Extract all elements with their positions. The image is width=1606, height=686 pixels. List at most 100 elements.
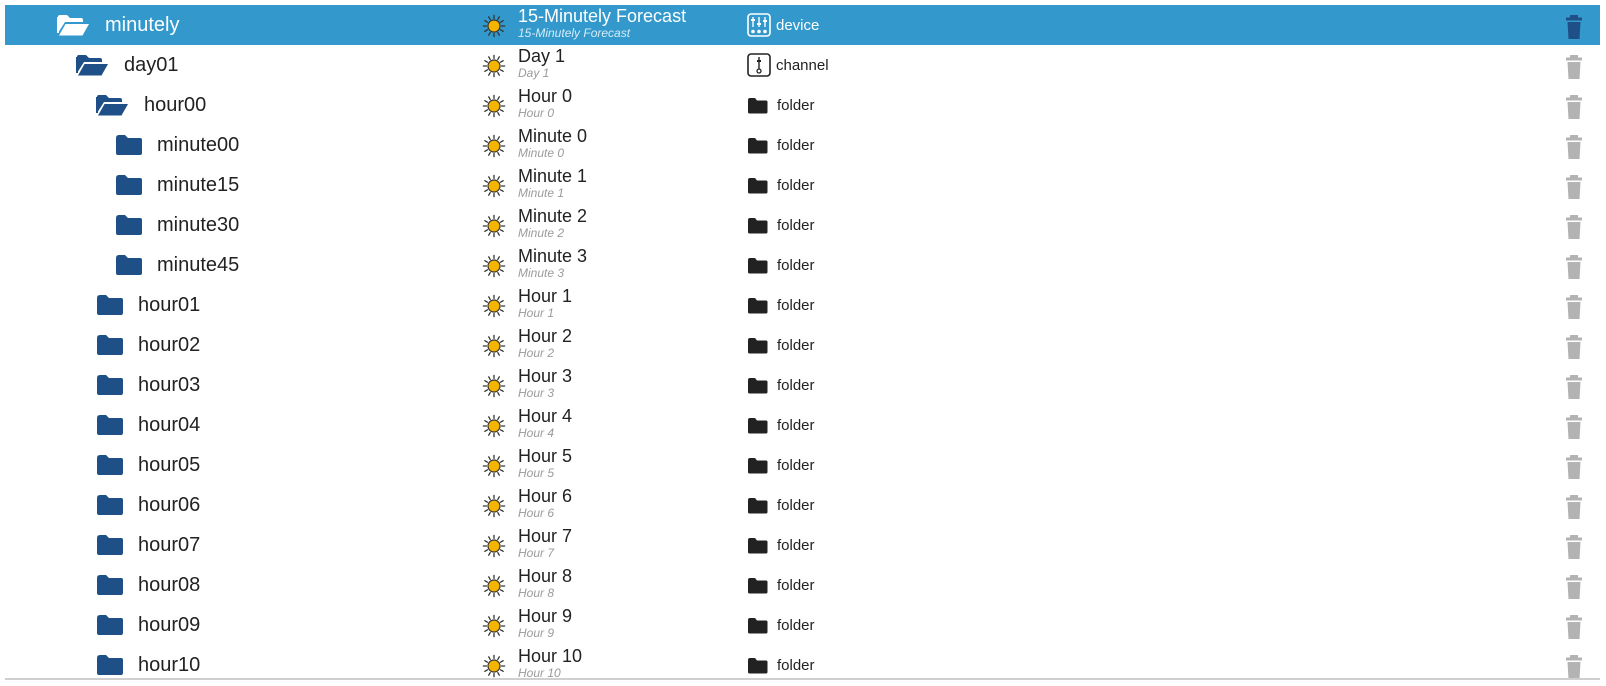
trash-icon [1566,575,1582,599]
weather-sun-icon [482,254,506,278]
tree-row-hour02[interactable]: hour02 Hour 2 Hour 2 folder [5,325,1600,365]
object-subtitle: Hour 10 [518,666,561,680]
object-title: Minute 3 [518,246,588,266]
tree-row-hour05[interactable]: hour05 Hour 5 Hour 5 folder [5,445,1600,485]
delete-button[interactable] [1566,375,1582,399]
weather-sun-icon [482,294,506,318]
trash-icon [1566,415,1582,439]
tree-row-hour07[interactable]: hour07 Hour 7 Hour 7 folder [5,525,1600,565]
folder-icon [748,97,768,113]
tree-row-minute45[interactable]: minute45 Minute 3 Minute 3 folder [5,245,1600,285]
weather-sun-icon [482,454,506,478]
object-type: channel [776,56,829,74]
delete-button[interactable] [1566,455,1582,479]
folder-icon [116,215,142,235]
tree-row-day01[interactable]: day01 Day 1 Day 1 channel [5,45,1600,85]
tree-row-hour04[interactable]: hour04 Hour 4 Hour 4 folder [5,405,1600,445]
tree-row-hour08[interactable]: hour08 Hour 8 Hour 8 folder [5,565,1600,605]
object-title: Hour 0 [518,86,573,106]
object-tree[interactable]: minutely 15-Minutely Forecast 15-Minutely … [5,5,1600,680]
folder-icon [748,297,768,313]
object-type: folder [777,256,815,274]
object-subtitle: Hour 8 [518,586,555,600]
object-id: minute00 [157,133,240,156]
name-cell: hour08 [96,565,200,605]
folder-icon [748,657,768,673]
delete-button[interactable] [1566,255,1582,279]
object-title: Minute 2 [518,206,588,226]
type-cell: folder [747,405,815,445]
object-title: Hour 10 [518,646,583,666]
tree-row-minute30[interactable]: minute30 Minute 2 Minute 2 folder [5,205,1600,245]
object-title: Hour 7 [518,526,573,546]
trash-icon [1566,375,1582,399]
tree-row-hour01[interactable]: hour01 Hour 1 Hour 1 folder [5,285,1600,325]
name-cell: hour05 [96,445,200,485]
object-title: Hour 9 [518,606,573,626]
folder-open-icon [96,95,128,116]
object-id: hour00 [144,93,207,116]
tree-row-hour09[interactable]: hour09 Hour 9 Hour 9 folder [5,605,1600,645]
delete-button[interactable] [1566,335,1582,359]
weather-sun-icon [482,374,506,398]
object-id: hour09 [138,613,201,636]
trash-icon [1566,535,1582,559]
type-cell: device [747,5,819,45]
object-type: folder [777,456,815,474]
delete-button[interactable] [1566,55,1582,79]
object-title: Hour 5 [518,446,573,466]
tree-row-hour06[interactable]: hour06 Hour 6 Hour 6 folder [5,485,1600,525]
type-cell: folder [747,645,815,678]
delete-button[interactable] [1566,495,1582,519]
tree-row-minutely[interactable]: minutely 15-Minutely Forecast 15-Minutely … [5,5,1600,45]
trash-icon [1566,135,1582,159]
type-cell: folder [747,565,815,605]
trash-icon [1566,655,1582,678]
folder-icon [97,455,123,475]
folder-icon [116,135,142,155]
weather-sun-icon [482,654,506,678]
delete-button[interactable] [1566,615,1582,639]
folder-icon [97,535,123,555]
tree-row-hour10[interactable]: hour10 Hour 10 Hour 10 folder [5,645,1600,680]
delete-button[interactable] [1566,135,1582,159]
object-subtitle: Minute 1 [518,186,565,200]
folder-icon [97,655,123,675]
name-cell: hour03 [96,365,200,405]
tree-row-hour00[interactable]: hour00 Hour 0 Hour 0 folder [5,85,1600,125]
tree-row-minute15[interactable]: minute15 Minute 1 Minute 1 folder [5,165,1600,205]
folder-icon [97,415,123,435]
delete-button[interactable] [1566,95,1582,119]
delete-button[interactable] [1566,15,1582,39]
weather-sun-icon [482,134,506,158]
weather-sun-icon [482,534,506,558]
trash-icon [1566,295,1582,319]
folder-icon [748,217,768,233]
trash-icon [1566,255,1582,279]
folder-icon [748,457,768,473]
name-cell: minute15 [115,165,239,205]
object-title: Minute 1 [518,166,588,186]
object-title: 15-Minutely Forecast [518,6,687,26]
weather-sun-icon [482,574,506,598]
object-title: Hour 2 [518,326,573,346]
name-cell: minute30 [115,205,239,245]
delete-button[interactable] [1566,655,1582,678]
object-id: minute30 [157,213,240,236]
type-cell: folder [747,445,815,485]
name-cell: hour07 [96,525,200,565]
name-cell: hour06 [96,485,200,525]
trash-icon [1566,215,1582,239]
delete-button[interactable] [1566,175,1582,199]
object-type: folder [777,616,815,634]
delete-button[interactable] [1566,295,1582,319]
delete-button[interactable] [1566,575,1582,599]
delete-button[interactable] [1566,415,1582,439]
trash-icon [1566,495,1582,519]
delete-button[interactable] [1566,535,1582,559]
tree-row-hour03[interactable]: hour03 Hour 3 Hour 3 folder [5,365,1600,405]
tree-row-minute00[interactable]: minute00 Minute 0 Minute 0 folder [5,125,1600,165]
type-cell: folder [747,325,815,365]
type-cell: folder [747,365,815,405]
delete-button[interactable] [1566,215,1582,239]
